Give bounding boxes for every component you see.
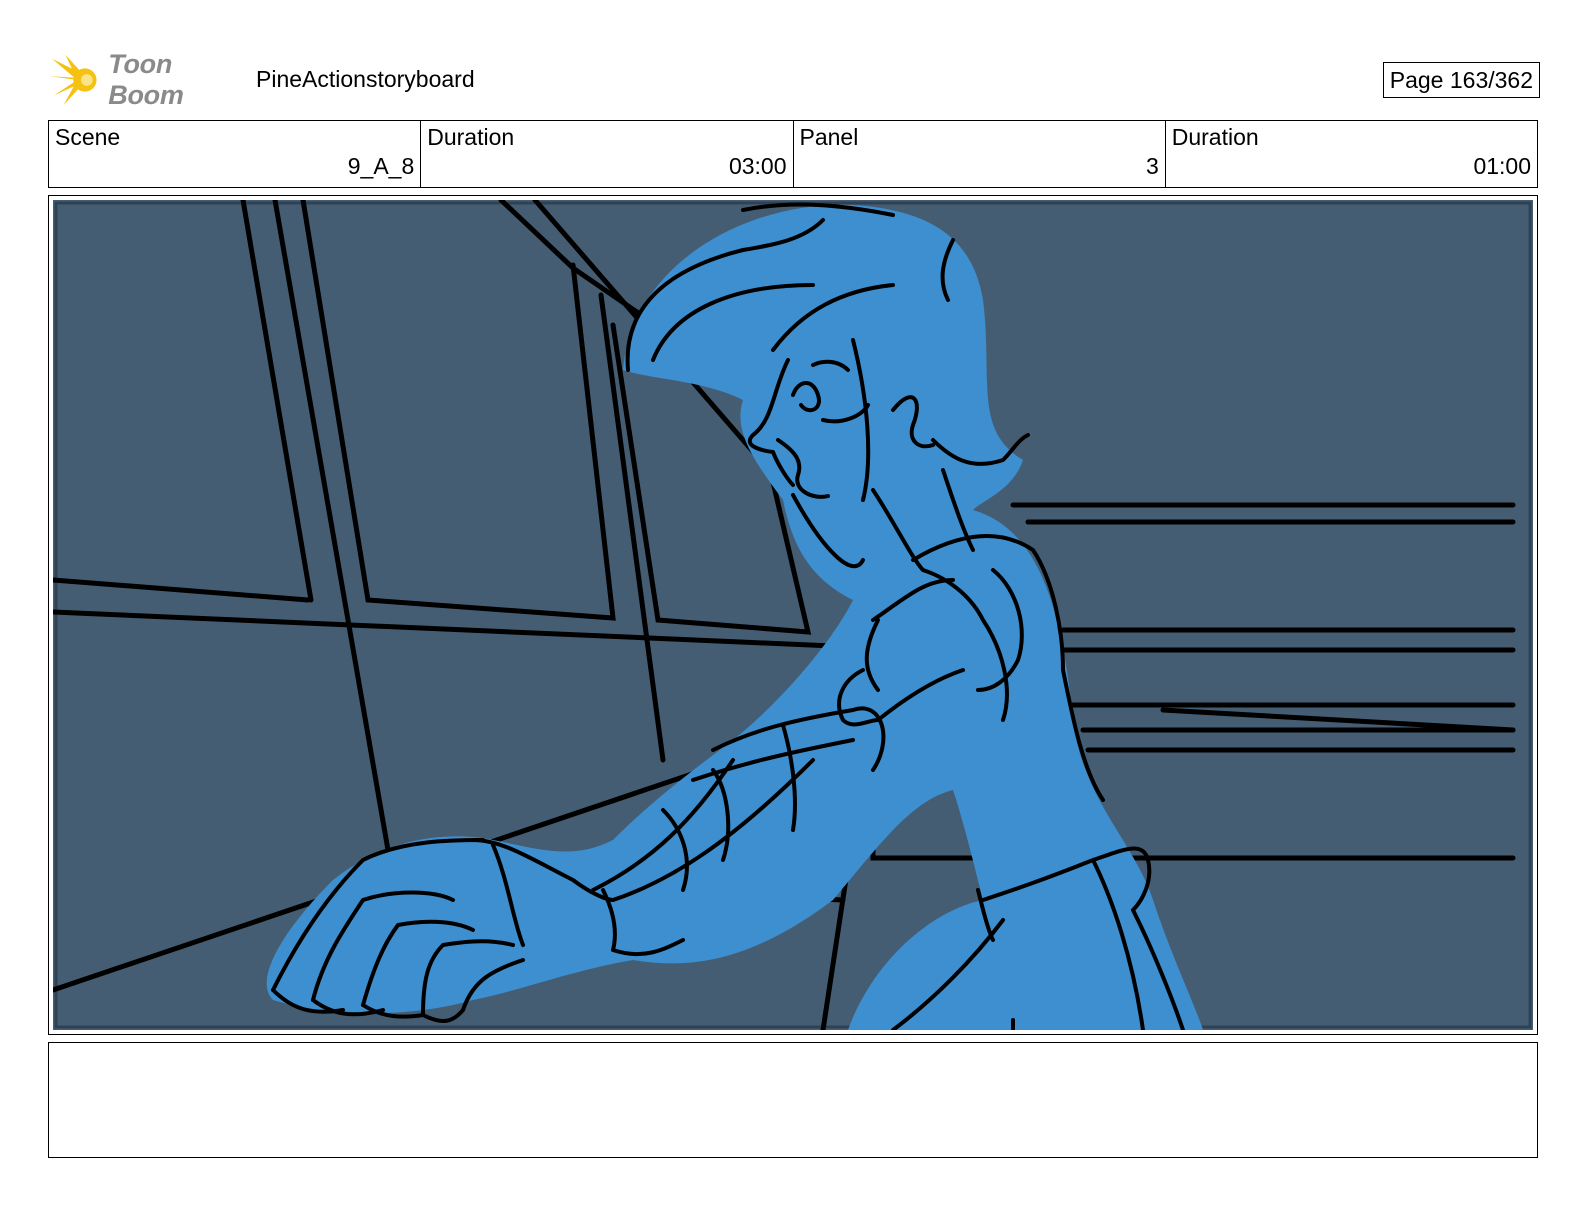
- toon-boom-logo: Toon Boom: [50, 49, 250, 110]
- storyboard-panel-image: [53, 200, 1533, 1030]
- scene-duration-cell: Duration 03:00: [421, 121, 794, 187]
- scene-label: Scene: [55, 124, 121, 150]
- logo-wordmark: Toon Boom: [108, 49, 184, 110]
- panel-cell: Panel 3: [794, 121, 1166, 187]
- panel-duration-value: 01:00: [1473, 153, 1531, 179]
- panel-value: 3: [1145, 153, 1159, 179]
- page-number: Page 163/362: [1382, 62, 1540, 98]
- panel-info-table: Scene 9_A_8 Duration 03:00 Panel 3 Durat…: [48, 120, 1538, 188]
- project-title: PineActionstoryboard: [256, 66, 475, 92]
- storyboard-sketch: [53, 200, 1532, 1030]
- panel-duration-cell: Duration 01:00: [1166, 121, 1537, 187]
- scene-duration-value: 03:00: [728, 153, 787, 179]
- starburst-icon: [50, 54, 97, 106]
- panel-notes-box: [48, 1042, 1538, 1158]
- panel-label: Panel: [799, 124, 859, 150]
- page-header: Toon Boom PineActionstoryboard Page 163/…: [50, 49, 1540, 110]
- scene-cell: Scene 9_A_8: [49, 121, 422, 187]
- scene-duration-label: Duration: [427, 124, 515, 150]
- scene-value: 9_A_8: [347, 153, 415, 179]
- storyboard-panel-frame: [48, 195, 1538, 1035]
- panel-duration-label: Duration: [1171, 124, 1259, 150]
